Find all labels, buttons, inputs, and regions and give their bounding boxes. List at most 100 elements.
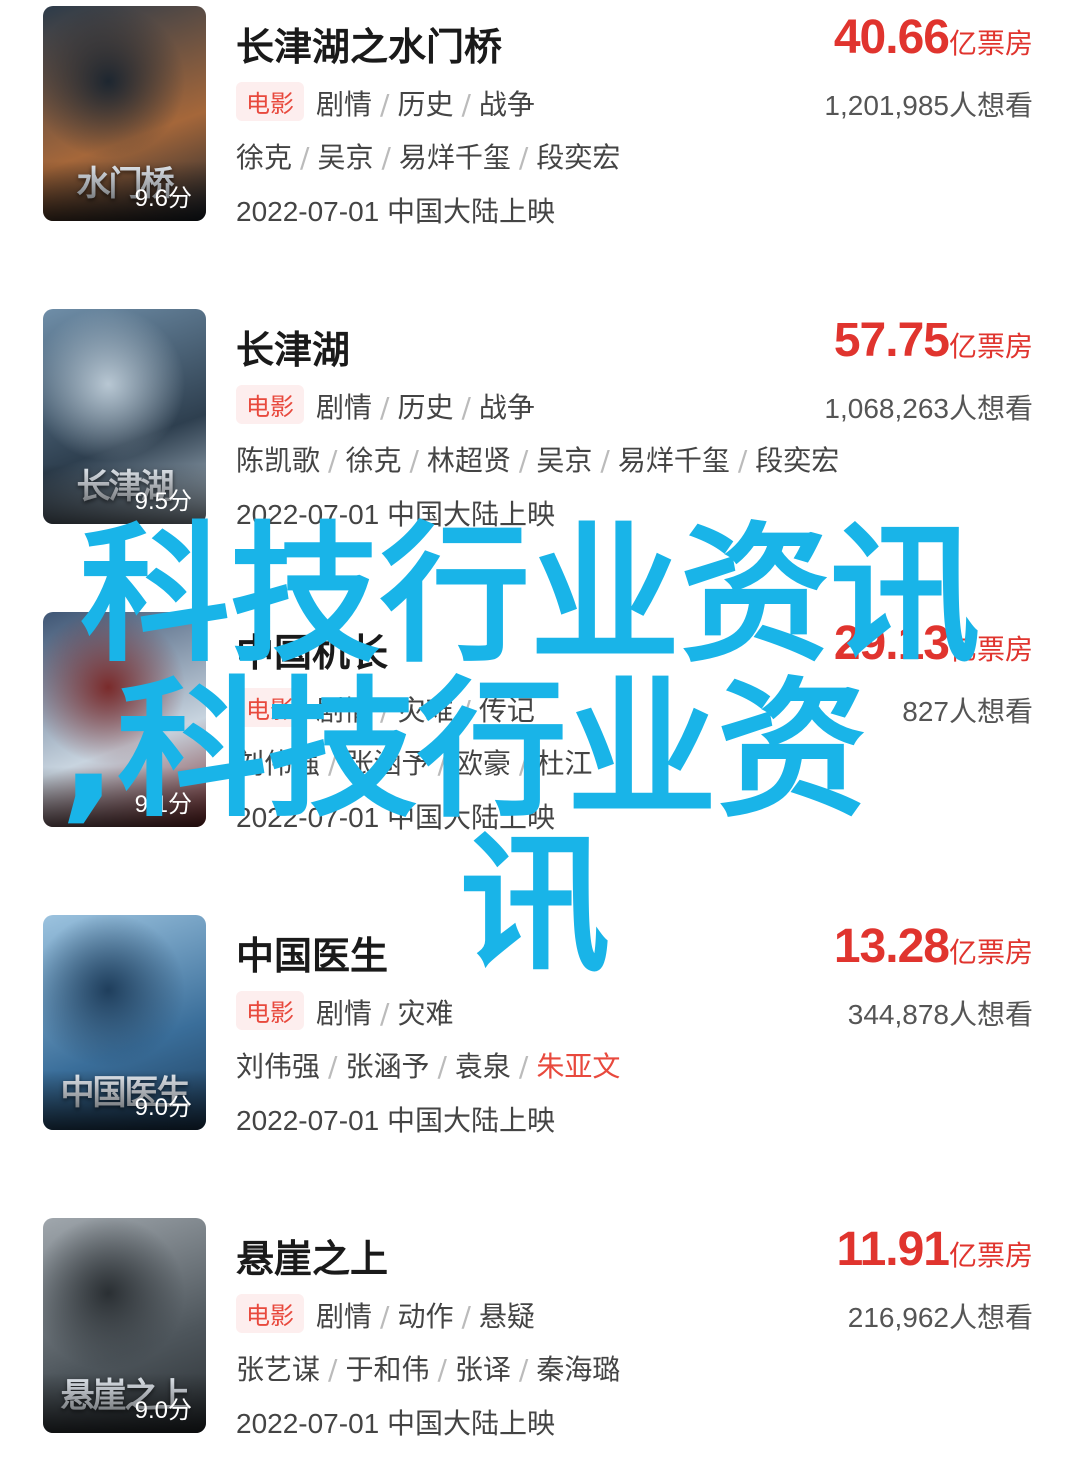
movie-poster[interactable]: 悬崖之上9.0分 — [43, 1218, 206, 1433]
genre-label: 剧情 — [316, 694, 373, 727]
cast-name[interactable]: 刘伟强 — [236, 747, 320, 780]
release-info: 2022-07-01 中国大陆上映 — [236, 190, 555, 230]
release-date: 2022-07-01 — [236, 1408, 380, 1439]
genre-label: 战争 — [478, 391, 535, 424]
separator: / — [328, 1050, 338, 1083]
cast-name[interactable]: 朱亚文 — [536, 1050, 620, 1083]
genre-label: 剧情 — [316, 391, 373, 424]
separator: / — [380, 88, 390, 121]
movie-poster[interactable]: 9.1分 — [43, 612, 206, 827]
separator: / — [461, 88, 471, 121]
movie-poster[interactable]: 中国医生9.0分 — [43, 915, 206, 1130]
genre-label: 灾难 — [397, 694, 454, 727]
cast-line: 张艺谋 / 于和伟 / 张译 / 秦海璐 — [236, 1348, 620, 1388]
separator: / — [437, 1050, 447, 1083]
cast-name[interactable]: 欧豪 — [455, 747, 511, 780]
cast-name[interactable]: 张涵予 — [345, 1050, 429, 1083]
cast-line: 刘伟强 / 张涵予 / 袁泉 / 朱亚文 — [236, 1045, 620, 1085]
movie-item[interactable]: 长津湖9.5分长津湖电影剧情/历史/战争陈凯歌/徐克/林超贤/吴京/易烊千玺/段… — [0, 303, 1079, 530]
cast-name[interactable]: 张译 — [455, 1353, 511, 1386]
box-office-unit: 亿票房 — [948, 633, 1033, 666]
want-to-see-count: 827人想看 — [902, 696, 1033, 727]
cast-name[interactable]: 秦海璐 — [536, 1353, 620, 1386]
cast-name[interactable]: 林超贤 — [427, 444, 511, 477]
genre-line: 电影 剧情 / 灾难 / 传记 — [236, 688, 535, 729]
cast-name[interactable]: 徐克 — [236, 141, 292, 174]
genre-label: 战争 — [478, 88, 535, 121]
release-region: 中国大陆上映 — [387, 802, 556, 833]
release-date: 2022-07-01 — [236, 1105, 380, 1136]
genre-label: 剧情 — [316, 997, 373, 1030]
want-to-see-count: 1,201,985人想看 — [824, 90, 1033, 121]
separator: / — [437, 747, 447, 780]
cast-name[interactable]: 吴京 — [317, 141, 373, 174]
movie-title[interactable]: 中国医生 — [236, 925, 388, 980]
genre-line: 电影 剧情 / 灾难 — [236, 991, 453, 1032]
movie-item[interactable]: 9.1分 中国机长 电影 剧情 / 灾难 / 传记 刘伟强 / 张涵予 / 欧豪 / 杜江 2022-07-0… — [0, 606, 1079, 833]
cast-name[interactable]: 易烊千玺 — [399, 141, 511, 174]
separator: / — [518, 1050, 529, 1083]
movie-tag-badge: 电影 — [236, 688, 304, 727]
movie-title[interactable]: 悬崖之上 — [236, 1228, 388, 1283]
cast-line: 陈凯歌 / 徐克 / 林超贤 / 吴京 / 易烊千玺 / 段奕宏 — [236, 439, 839, 479]
movie-title[interactable]: 长津湖之水门桥 — [236, 16, 502, 71]
score-badge: 9.5分 — [134, 488, 192, 515]
separator: / — [461, 1300, 471, 1333]
box-office-unit: 亿票房 — [948, 27, 1033, 60]
cast-name[interactable]: 于和伟 — [345, 1353, 429, 1386]
movie-poster[interactable]: 长津湖9.5分 — [43, 309, 206, 524]
movie-tag-badge: 电影 — [236, 1294, 304, 1333]
separator: / — [518, 444, 529, 477]
separator: / — [380, 694, 390, 727]
cast-name[interactable]: 段奕宏 — [536, 141, 620, 174]
movie-poster[interactable]: 水门桥9.6分 — [43, 6, 206, 221]
box-office: 13.28亿票房 — [834, 919, 1033, 974]
genre-label: 灾难 — [397, 997, 454, 1030]
want-to-see-count: 344,878人想看 — [847, 999, 1033, 1030]
separator: / — [737, 444, 748, 477]
separator: / — [328, 444, 338, 477]
release-info: 2022-07-01 中国大陆上映 — [236, 1099, 555, 1139]
cast-name[interactable]: 张涵予 — [345, 747, 429, 780]
box-office-unit: 亿票房 — [948, 936, 1033, 969]
genre-label: 传记 — [478, 694, 535, 727]
separator: / — [381, 141, 391, 174]
separator: / — [518, 141, 529, 174]
cast-name[interactable]: 袁泉 — [455, 1050, 511, 1083]
box-office-unit: 亿票房 — [948, 1239, 1033, 1272]
genre-label: 悬疑 — [478, 1300, 535, 1333]
cast-line: 徐克 / 吴京 / 易烊千玺 / 段奕宏 — [236, 136, 620, 176]
movie-title[interactable]: 长津湖 — [236, 319, 350, 374]
cast-name[interactable]: 刘伟强 — [236, 1050, 320, 1083]
box-office: 29.13亿票房 — [834, 616, 1033, 671]
release-info: 2022-07-01 中国大陆上映 — [236, 493, 555, 533]
cast-name[interactable]: 陈凯歌 — [236, 444, 320, 477]
movie-tag-badge: 电影 — [236, 82, 304, 121]
release-date: 2022-07-01 — [236, 499, 380, 530]
cast-name[interactable]: 徐克 — [345, 444, 401, 477]
cast-name[interactable]: 易烊千玺 — [618, 444, 730, 477]
box-office-value: 13.28 — [833, 920, 950, 973]
box-office-unit: 亿票房 — [948, 330, 1033, 363]
release-date: 2022-07-01 — [236, 196, 380, 227]
release-date: 2022-07-01 — [236, 802, 380, 833]
cast-name[interactable]: 吴京 — [536, 444, 592, 477]
separator: / — [300, 141, 310, 174]
movie-item[interactable]: 水门桥9.6分长津湖之水门桥电影剧情/历史/战争徐克/吴京/易烊千玺/段奕宏20… — [0, 0, 1079, 227]
separator: / — [328, 747, 338, 780]
movie-item[interactable]: 悬崖之上9.0分悬崖之上电影剧情/动作/悬疑张艺谋/于和伟/张译/秦海璐2022… — [0, 1212, 1079, 1439]
box-office-value: 11.91 — [836, 1223, 950, 1276]
movie-tag-badge: 电影 — [236, 991, 304, 1030]
score-badge: 9.6分 — [134, 185, 192, 212]
cast-name[interactable]: 张艺谋 — [236, 1353, 320, 1386]
score-badge: 9.0分 — [134, 1397, 192, 1424]
movie-item[interactable]: 中国医生9.0分中国医生电影剧情/灾难刘伟强/张涵予/袁泉/朱亚文2022-07… — [0, 909, 1079, 1136]
genre-label: 历史 — [397, 391, 454, 424]
cast-name[interactable]: 杜江 — [536, 747, 592, 780]
cast-name[interactable]: 段奕宏 — [755, 444, 839, 477]
movie-title[interactable]: 中国机长 — [236, 622, 388, 677]
release-region: 中国大陆上映 — [387, 196, 556, 227]
separator: / — [409, 444, 419, 477]
score-badge: 9.1分 — [134, 791, 192, 818]
release-region: 中国大陆上映 — [387, 1105, 556, 1136]
